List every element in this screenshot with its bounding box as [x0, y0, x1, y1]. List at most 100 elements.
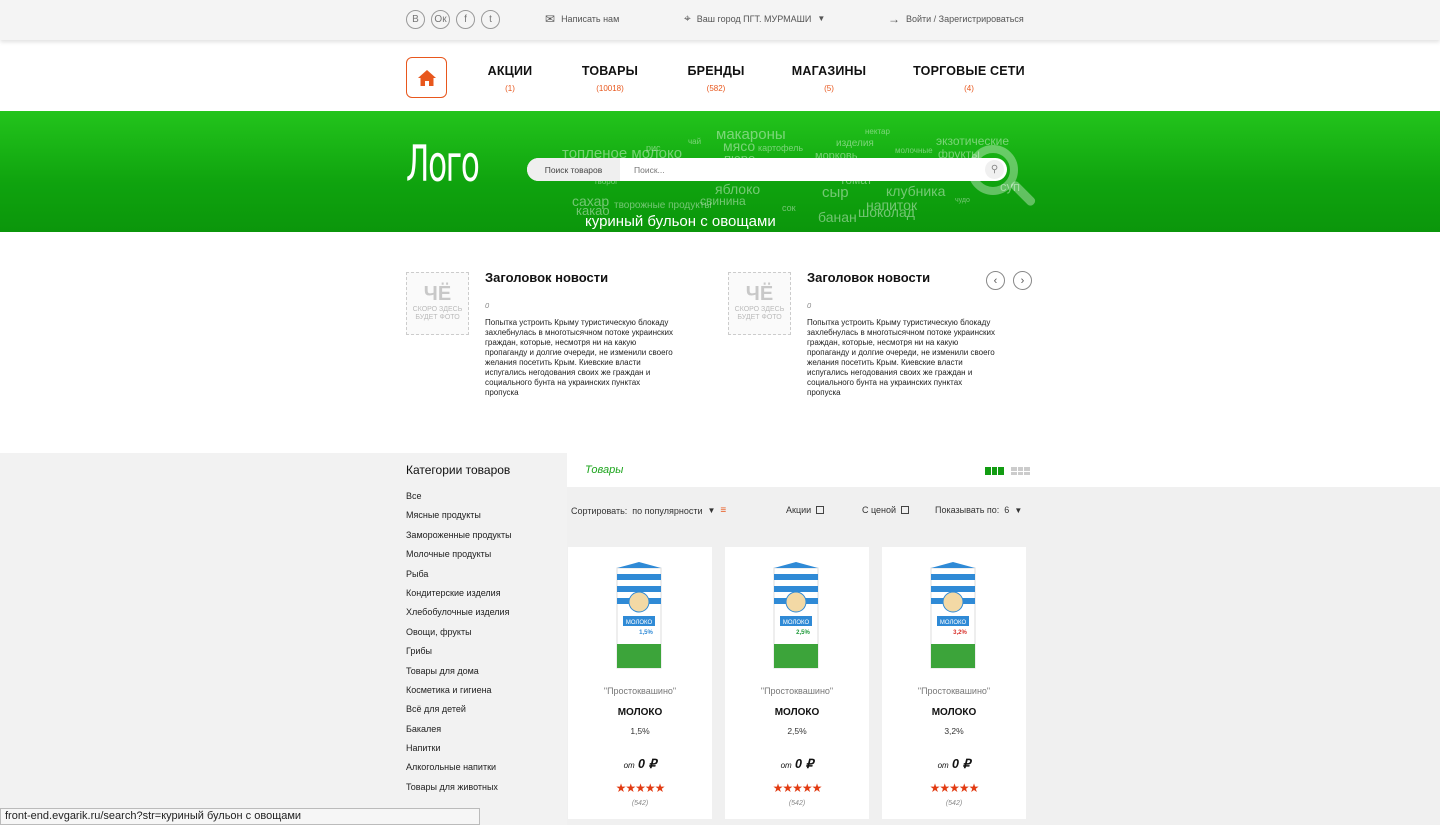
product-name[interactable]: МОЛОКО [882, 707, 1026, 718]
product-card[interactable]: МОЛОКО 3,2% "Простоквашино" МОЛОКО 3,2% … [882, 547, 1026, 819]
product-card[interactable]: МОЛОКО 2,5% "Простоквашино" МОЛОКО 2,5% … [725, 547, 869, 819]
home-button[interactable] [406, 57, 447, 98]
category-item[interactable]: Молочные продукты [406, 549, 512, 568]
tag-word[interactable]: творожные продукты [614, 200, 712, 211]
search-icon: ⚲ [990, 164, 999, 175]
product-name[interactable]: МОЛОКО [568, 707, 712, 718]
nav-count: (5) [824, 84, 834, 93]
rating-votes: (542) [631, 800, 649, 807]
nav-count: (10018) [596, 84, 624, 93]
page-size-value[interactable]: 6 [1004, 505, 1009, 515]
rating-stars[interactable]: ★★★★★ [725, 781, 869, 795]
page-size-label: Показывать по: [935, 505, 1000, 515]
pack-brand-text: МОЛОКО [783, 620, 810, 626]
city-selector[interactable]: ⌖ Ваш город ПГТ. МУРМАШИ ▼ [684, 11, 825, 26]
tag-word[interactable]: чудо [955, 197, 970, 204]
search-bar: Поиск товаров ⚲ [527, 158, 1007, 181]
category-item[interactable]: Всё для детей [406, 704, 512, 723]
tag-word[interactable]: нектар [865, 127, 890, 136]
placeholder-mark: ЧЁ [423, 283, 452, 305]
promo-checkbox[interactable] [816, 506, 825, 514]
news-photo-placeholder: ЧЁ СКОРО ЗДЕСЬ БУДЕТ ФОТО [406, 272, 469, 335]
tag-word[interactable]: рис [646, 143, 661, 153]
vk-icon[interactable]: В [406, 10, 425, 29]
sort-order-icon[interactable]: ≡ [720, 505, 726, 516]
login-link[interactable]: → Войти / Зарегистрироваться [888, 12, 1024, 26]
rating-stars[interactable]: ★★★★★ [882, 781, 1026, 795]
category-item[interactable]: Товары для дома [406, 666, 512, 685]
product-card[interactable]: МОЛОКО 1,5% "Простоквашино" МОЛОКО 1,5% … [568, 547, 712, 819]
tag-word[interactable]: молочные [895, 146, 933, 155]
category-item[interactable]: Мясные продукты [406, 510, 512, 529]
product-brand: "Простоквашино" [760, 686, 834, 696]
news-title[interactable]: Заголовок новости [807, 270, 930, 285]
milk-pack-image: МОЛОКО 1,5% [616, 562, 662, 669]
product-price: от 0 ₽ [882, 756, 1026, 771]
odnoklassniki-icon[interactable]: Ок [431, 10, 450, 29]
tag-word[interactable]: чай [688, 137, 701, 146]
tag-word[interactable]: сок [782, 203, 796, 213]
site-logo[interactable]: Лого [406, 135, 480, 193]
promo-filter[interactable]: Акции [786, 505, 825, 515]
nav-products[interactable]: ТОВАРЫ (10018) [576, 64, 644, 93]
product-name[interactable]: МОЛОКО [725, 707, 869, 718]
price-filter[interactable]: С ценой [862, 505, 910, 515]
tag-word-highlighted[interactable]: куриный бульон с овощами [585, 213, 776, 230]
nav-label: БРЕНДЫ [687, 64, 745, 78]
browser-status-url: front-end.evgarik.ru/search?str=куриный … [0, 808, 480, 825]
search-category[interactable]: Поиск товаров [527, 158, 620, 181]
category-item[interactable]: Овощи, фрукты [406, 627, 512, 646]
category-item[interactable]: Косметика и гигиена [406, 685, 512, 704]
nav-chains[interactable]: ТОРГОВЫЕ СЕТИ (4) [910, 64, 1028, 93]
price-checkbox[interactable] [901, 506, 910, 514]
sort-value[interactable]: по популярности [632, 506, 702, 516]
envelope-icon: ✉ [545, 12, 556, 26]
category-item[interactable]: Кондитерские изделия [406, 588, 512, 607]
news-prev-button[interactable]: ‹ [986, 271, 1005, 290]
news-photo-placeholder: ЧЁ СКОРО ЗДЕСЬ БУДЕТ ФОТО [728, 272, 791, 335]
news-title[interactable]: Заголовок новости [485, 270, 608, 285]
nav-brands[interactable]: БРЕНДЫ (582) [680, 64, 752, 93]
sort-control[interactable]: Сортировать: по популярности ▼ ≡ [571, 505, 726, 516]
category-item[interactable]: Алкогольные напитки [406, 762, 512, 781]
list-view-icon[interactable] [1011, 467, 1030, 475]
twitter-icon[interactable]: t [481, 10, 500, 29]
search-button[interactable]: ⚲ [985, 160, 1004, 179]
placeholder-mark: ЧЁ [745, 283, 774, 305]
tag-word[interactable]: изделия [836, 138, 874, 149]
tag-word[interactable]: банан [818, 209, 857, 225]
news-text: Попытка устроить Крыму туристическую бло… [485, 318, 673, 397]
login-arrow-icon: → [888, 12, 900, 26]
facebook-icon[interactable]: f [456, 10, 475, 29]
tag-word[interactable]: свинина [700, 194, 746, 208]
category-item[interactable]: Товары для животных [406, 782, 512, 801]
category-item[interactable]: Напитки [406, 743, 512, 762]
rating-stars[interactable]: ★★★★★ [568, 781, 712, 795]
news-date: 0 [807, 301, 812, 310]
category-item[interactable]: Грибы [406, 646, 512, 665]
page-size-control[interactable]: Показывать по: 6 ▼ [935, 505, 1022, 515]
product-brand: "Простоквашино" [917, 686, 991, 696]
grid-view-icon[interactable] [985, 467, 1004, 475]
nav-stores[interactable]: МАГАЗИНЫ (5) [786, 64, 872, 93]
price-value: 0 ₽ [795, 757, 814, 771]
search-banner: Лого макароны мясо пюре топленое молоко … [0, 111, 1440, 232]
goods-header [567, 453, 1440, 487]
search-input[interactable] [634, 164, 934, 175]
tag-word[interactable]: шоколад [858, 204, 915, 220]
news-next-button[interactable]: › [1013, 271, 1032, 290]
product-fat: 2,5% [787, 726, 807, 736]
milk-pack-image: МОЛОКО 2,5% [773, 562, 819, 669]
category-item[interactable]: Замороженные продукты [406, 530, 512, 549]
nav-promotions[interactable]: АКЦИИ (1) [478, 64, 542, 93]
price-filter-label: С ценой [862, 505, 897, 515]
category-item[interactable]: Все [406, 491, 512, 510]
chevron-down-icon: ▼ [707, 506, 716, 515]
product-price: от 0 ₽ [725, 756, 869, 771]
tag-word[interactable]: картофель [758, 143, 803, 153]
write-us-link[interactable]: ✉ Написать нам [545, 12, 619, 26]
category-item[interactable]: Рыба [406, 569, 512, 588]
category-item[interactable]: Бакалея [406, 724, 512, 743]
rating-votes: (542) [788, 800, 806, 807]
category-item[interactable]: Хлебобулочные изделия [406, 607, 512, 626]
